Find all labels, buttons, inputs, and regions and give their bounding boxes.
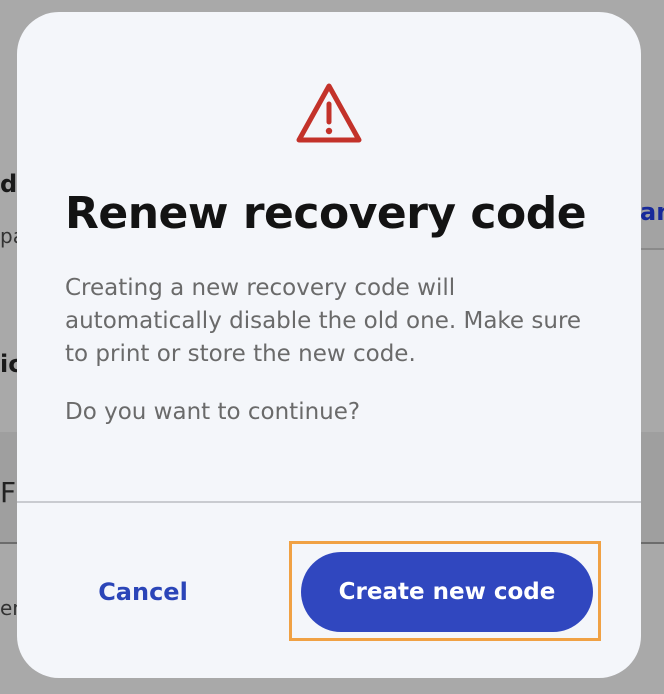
cancel-button[interactable]: Cancel	[75, 568, 211, 616]
dialog-divider	[17, 501, 641, 503]
background-text: d	[0, 170, 18, 198]
dialog-title: Renew recovery code	[65, 188, 587, 239]
warning-icon	[295, 82, 363, 144]
background-link: an	[640, 198, 664, 226]
dialog-question: Do you want to continue?	[65, 399, 361, 425]
dialog-description: Creating a new recovery code will automa…	[65, 275, 582, 367]
create-new-code-button[interactable]: Create new code	[301, 552, 593, 632]
background-text: F	[0, 476, 17, 509]
renew-recovery-code-dialog: Renew recovery code Creating a new recov…	[17, 12, 641, 678]
